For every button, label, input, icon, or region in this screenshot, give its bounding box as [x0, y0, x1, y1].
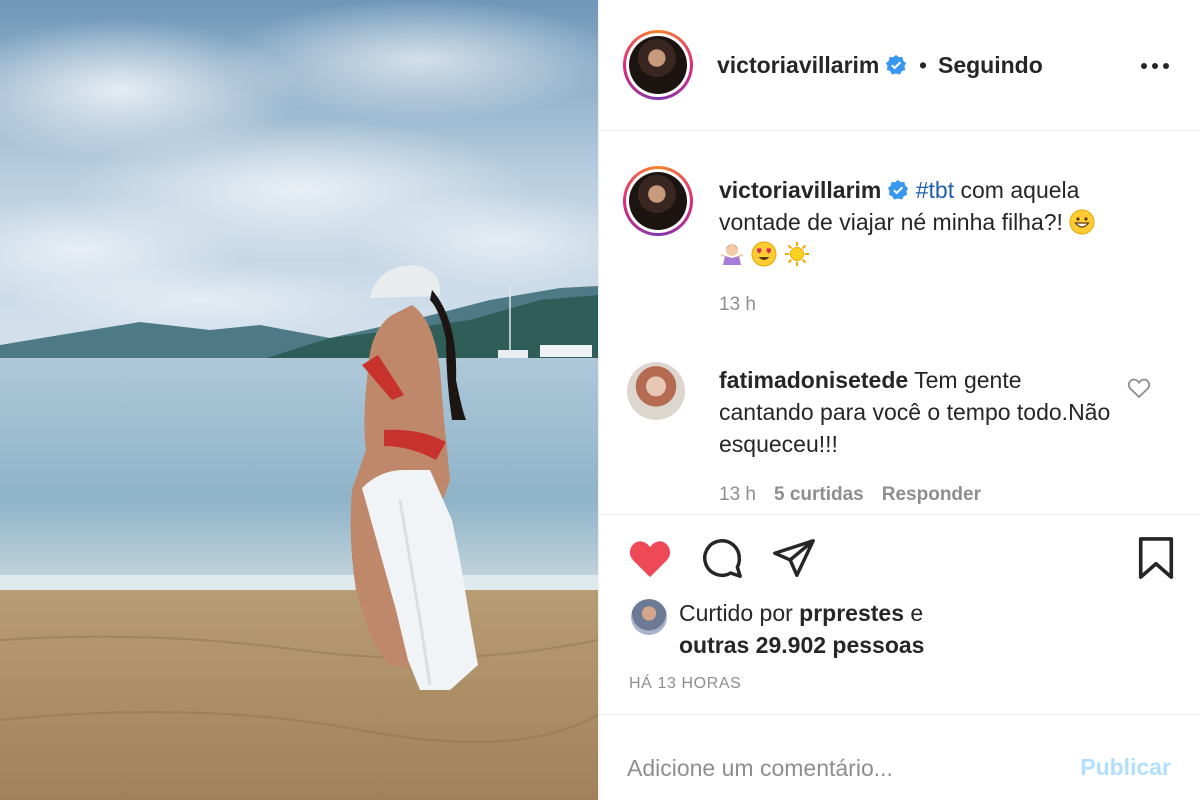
- comment-input[interactable]: [627, 751, 1047, 785]
- grinning-face-emoji-icon: [1069, 209, 1095, 235]
- author-username-text[interactable]: victoriavillarim: [717, 52, 879, 78]
- likes-conjunction: e: [904, 600, 924, 626]
- follow-separator: •: [919, 52, 928, 78]
- comments-section: victoriavillarim #tbt com aquela vontade…: [599, 131, 1200, 514]
- caption-author-username[interactable]: victoriavillarim: [719, 177, 881, 203]
- comment-meta: 13 h 5 curtidas Responder: [719, 484, 981, 506]
- add-comment-bar: Publicar: [599, 714, 1200, 800]
- verified-badge-icon: [886, 54, 907, 75]
- comment-reply-button[interactable]: Responder: [882, 484, 981, 505]
- commenter-username[interactable]: fatimadonisetede: [719, 367, 908, 393]
- sun-emoji-icon: [784, 242, 809, 266]
- post-side-panel: victoriavillarim • Seguindo victoriavill…: [598, 0, 1200, 800]
- comment-icon[interactable]: [699, 535, 745, 581]
- verified-badge-icon: [888, 179, 909, 200]
- caption-timestamp: 13 h: [719, 294, 756, 315]
- author-avatar[interactable]: [623, 30, 693, 100]
- author-username[interactable]: victoriavillarim: [717, 52, 907, 79]
- bookmark-icon[interactable]: [1135, 535, 1177, 581]
- woman-shrugging-emoji-icon: [720, 244, 744, 265]
- caption-text: victoriavillarim #tbt com aquela vontade…: [719, 174, 1139, 270]
- hashtag-link[interactable]: #tbt: [916, 177, 954, 203]
- liker-username[interactable]: prprestes: [799, 600, 904, 626]
- more-options-icon[interactable]: [1138, 56, 1172, 76]
- post-timestamp[interactable]: HÁ 13 HORAS: [629, 675, 741, 693]
- comment-timestamp: 13 h: [719, 484, 756, 505]
- likes-summary: Curtido por prprestes e outras 29.902 pe…: [679, 597, 924, 661]
- heart-eyes-emoji-icon: [751, 241, 777, 267]
- commenter-avatar[interactable]: [627, 362, 685, 420]
- post-photo[interactable]: [0, 0, 598, 800]
- likes-prefix: Curtido por: [679, 600, 800, 626]
- likes-count-link[interactable]: outras 29.902 pessoas: [679, 632, 924, 658]
- like-comment-heart-icon[interactable]: [1127, 377, 1151, 399]
- publish-button[interactable]: Publicar: [1080, 754, 1171, 781]
- post-actions: Curtido por prprestes e outras 29.902 pe…: [599, 514, 1200, 714]
- liker-avatar[interactable]: [631, 599, 667, 635]
- comment-likes-link[interactable]: 5 curtidas: [774, 484, 864, 505]
- beach-photo-illustration: [0, 0, 598, 800]
- caption-author-avatar[interactable]: [623, 166, 693, 236]
- comment-text: fatimadonisetede Tem gente cantando para…: [719, 364, 1119, 460]
- send-icon[interactable]: [771, 535, 817, 581]
- heart-filled-icon[interactable]: [627, 537, 673, 579]
- following-status-button[interactable]: Seguindo: [938, 52, 1043, 79]
- post-header: victoriavillarim • Seguindo: [599, 0, 1200, 131]
